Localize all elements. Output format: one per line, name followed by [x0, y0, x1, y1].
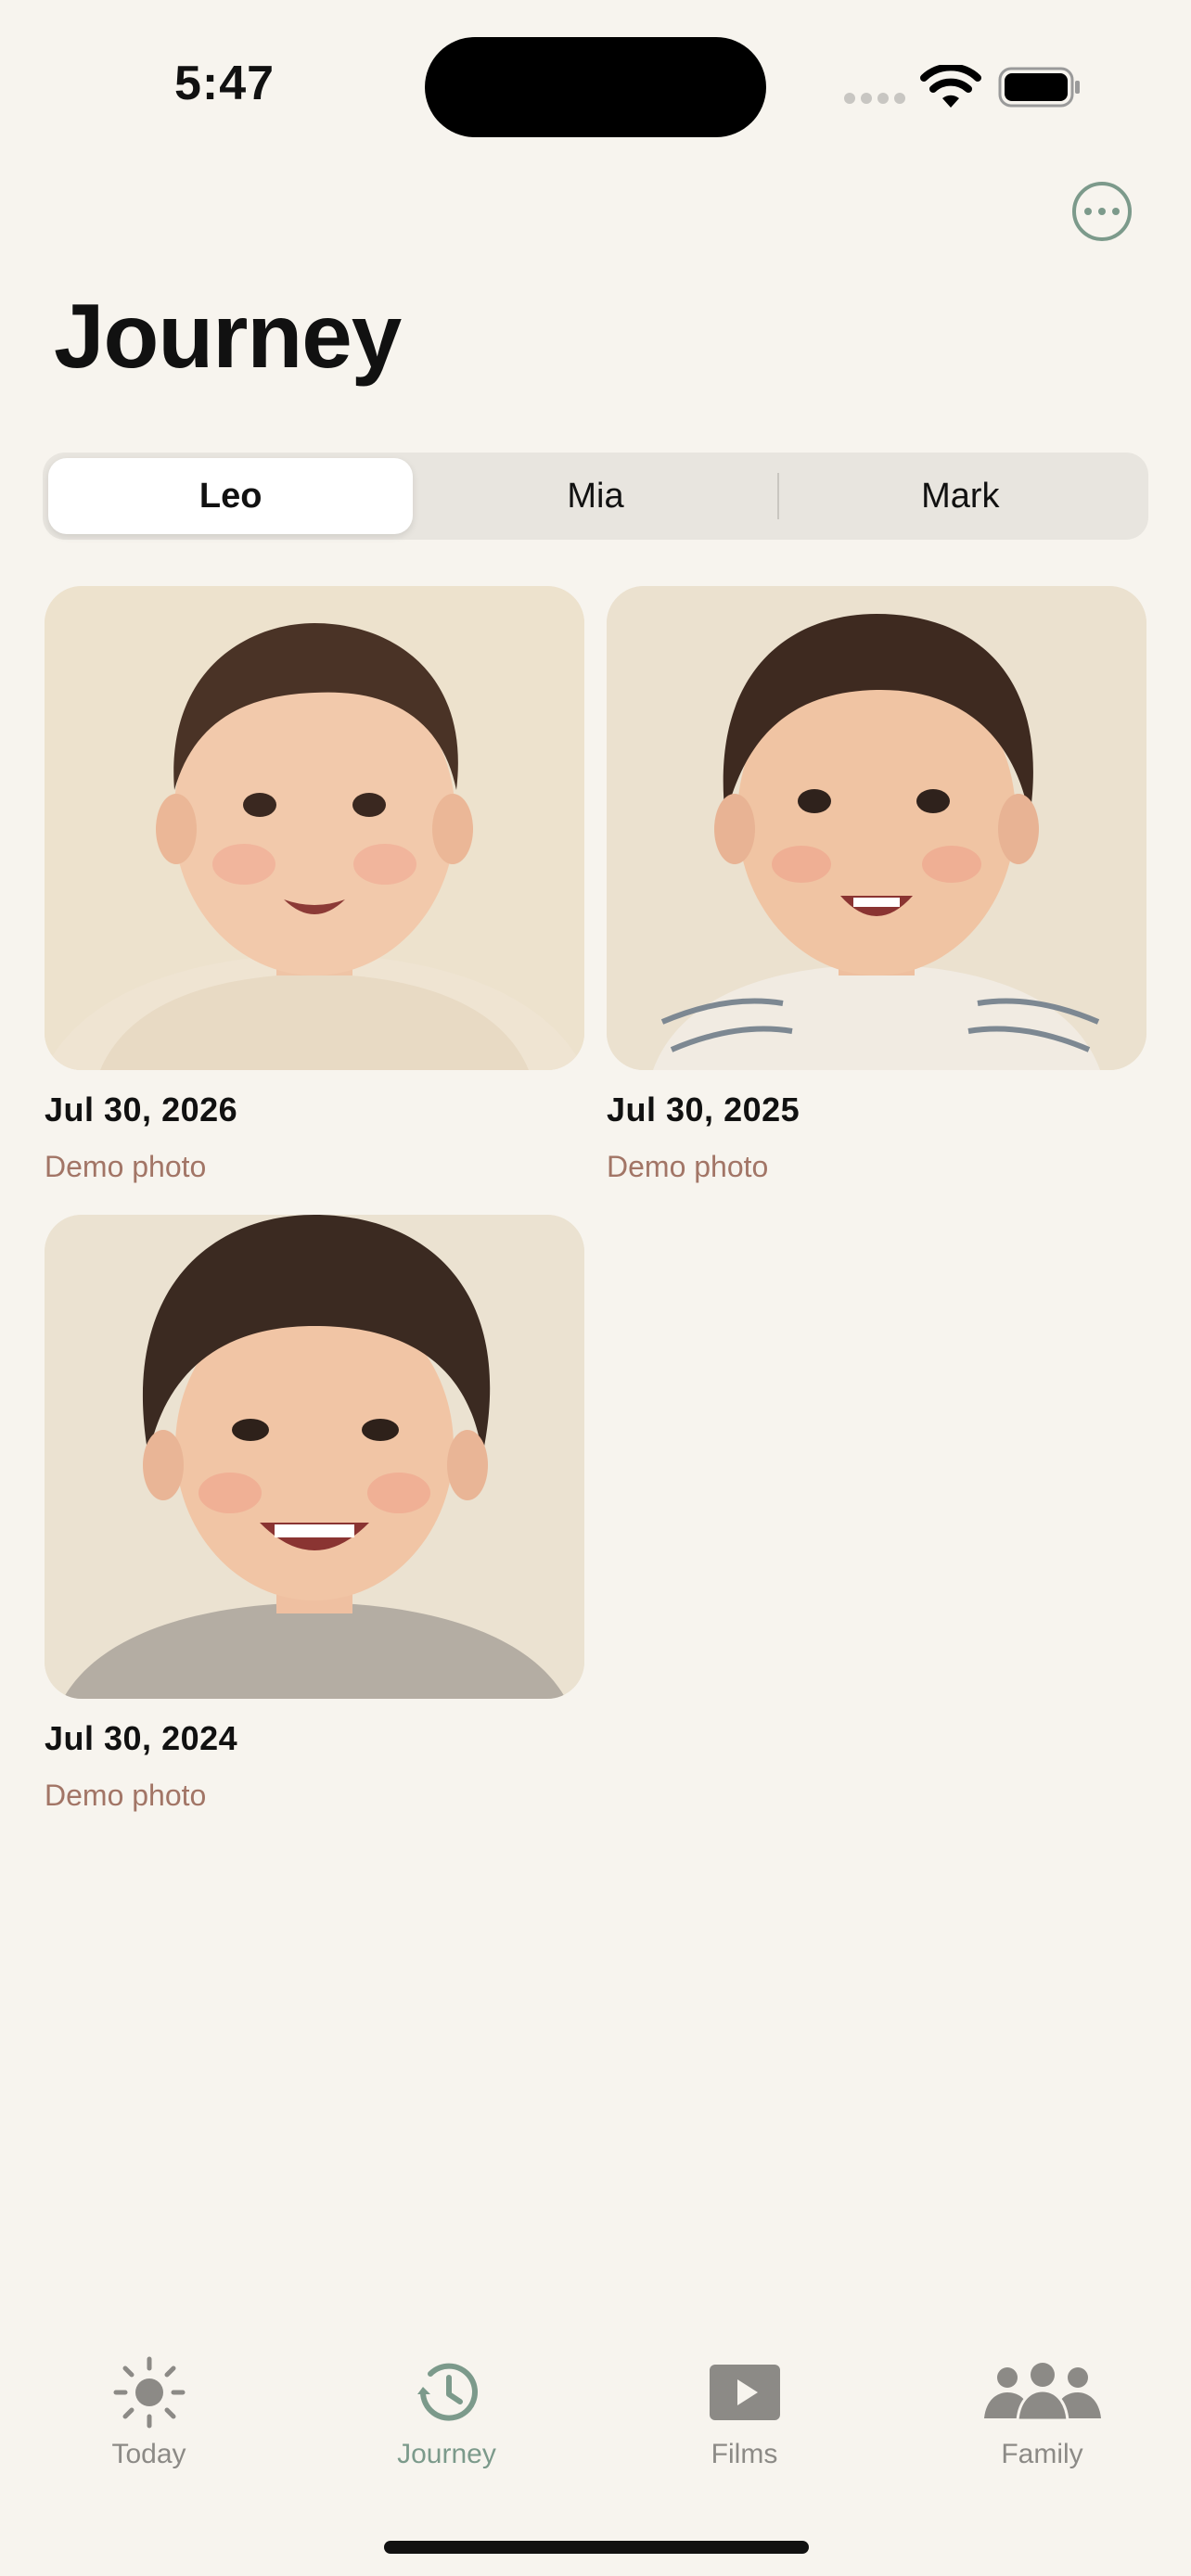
toddler-photo[interactable] [607, 586, 1146, 1070]
baby-photo[interactable] [45, 586, 584, 1070]
people-icon [982, 2355, 1103, 2429]
tab-journey[interactable]: Journey [298, 2355, 596, 2504]
dynamic-island [425, 37, 766, 137]
tab-label: Films [711, 2439, 778, 2469]
ellipsis-circle-icon [1084, 208, 1092, 215]
photo-date: Jul 30, 2024 [45, 1719, 238, 1757]
tab-today[interactable]: Today [0, 2355, 298, 2504]
segment-mia[interactable]: Mia [413, 458, 777, 534]
photo-date: Jul 30, 2026 [45, 1090, 238, 1129]
photo-caption: Demo photo [45, 1779, 207, 1812]
tab-bar: Today Journey Films Family [0, 2355, 1191, 2504]
photo-card[interactable]: Jul 30, 2025 Demo photo [607, 586, 1146, 1184]
play-rectangle-icon [685, 2355, 805, 2429]
status-time: 5:47 [174, 57, 275, 110]
home-indicator[interactable] [384, 2541, 809, 2554]
clock-history-icon [387, 2355, 507, 2429]
photo-card[interactable]: Jul 30, 2024 Demo photo [45, 1215, 584, 1813]
wifi-icon [920, 65, 981, 108]
more-options-button[interactable] [1072, 182, 1132, 241]
tab-family[interactable]: Family [893, 2355, 1191, 2504]
tab-label: Family [1001, 2439, 1083, 2469]
segment-divider [777, 473, 779, 519]
sun-icon [89, 2355, 210, 2429]
photo-date: Jul 30, 2025 [607, 1090, 800, 1129]
photo-caption: Demo photo [607, 1150, 769, 1183]
battery-icon [998, 67, 1080, 108]
segment-mark[interactable]: Mark [778, 458, 1143, 534]
child-photo[interactable] [45, 1215, 584, 1699]
cellular-signal-icon [844, 93, 905, 104]
page-title: Journey [54, 285, 402, 387]
segment-leo[interactable]: Leo [48, 458, 414, 534]
photo-caption: Demo photo [45, 1150, 207, 1183]
photo-card[interactable]: Jul 30, 2026 Demo photo [45, 586, 584, 1184]
tab-films[interactable]: Films [596, 2355, 893, 2504]
child-segmented-control: Leo Mia Mark [43, 453, 1148, 540]
tab-label: Journey [397, 2439, 496, 2469]
tab-label: Today [111, 2439, 186, 2469]
